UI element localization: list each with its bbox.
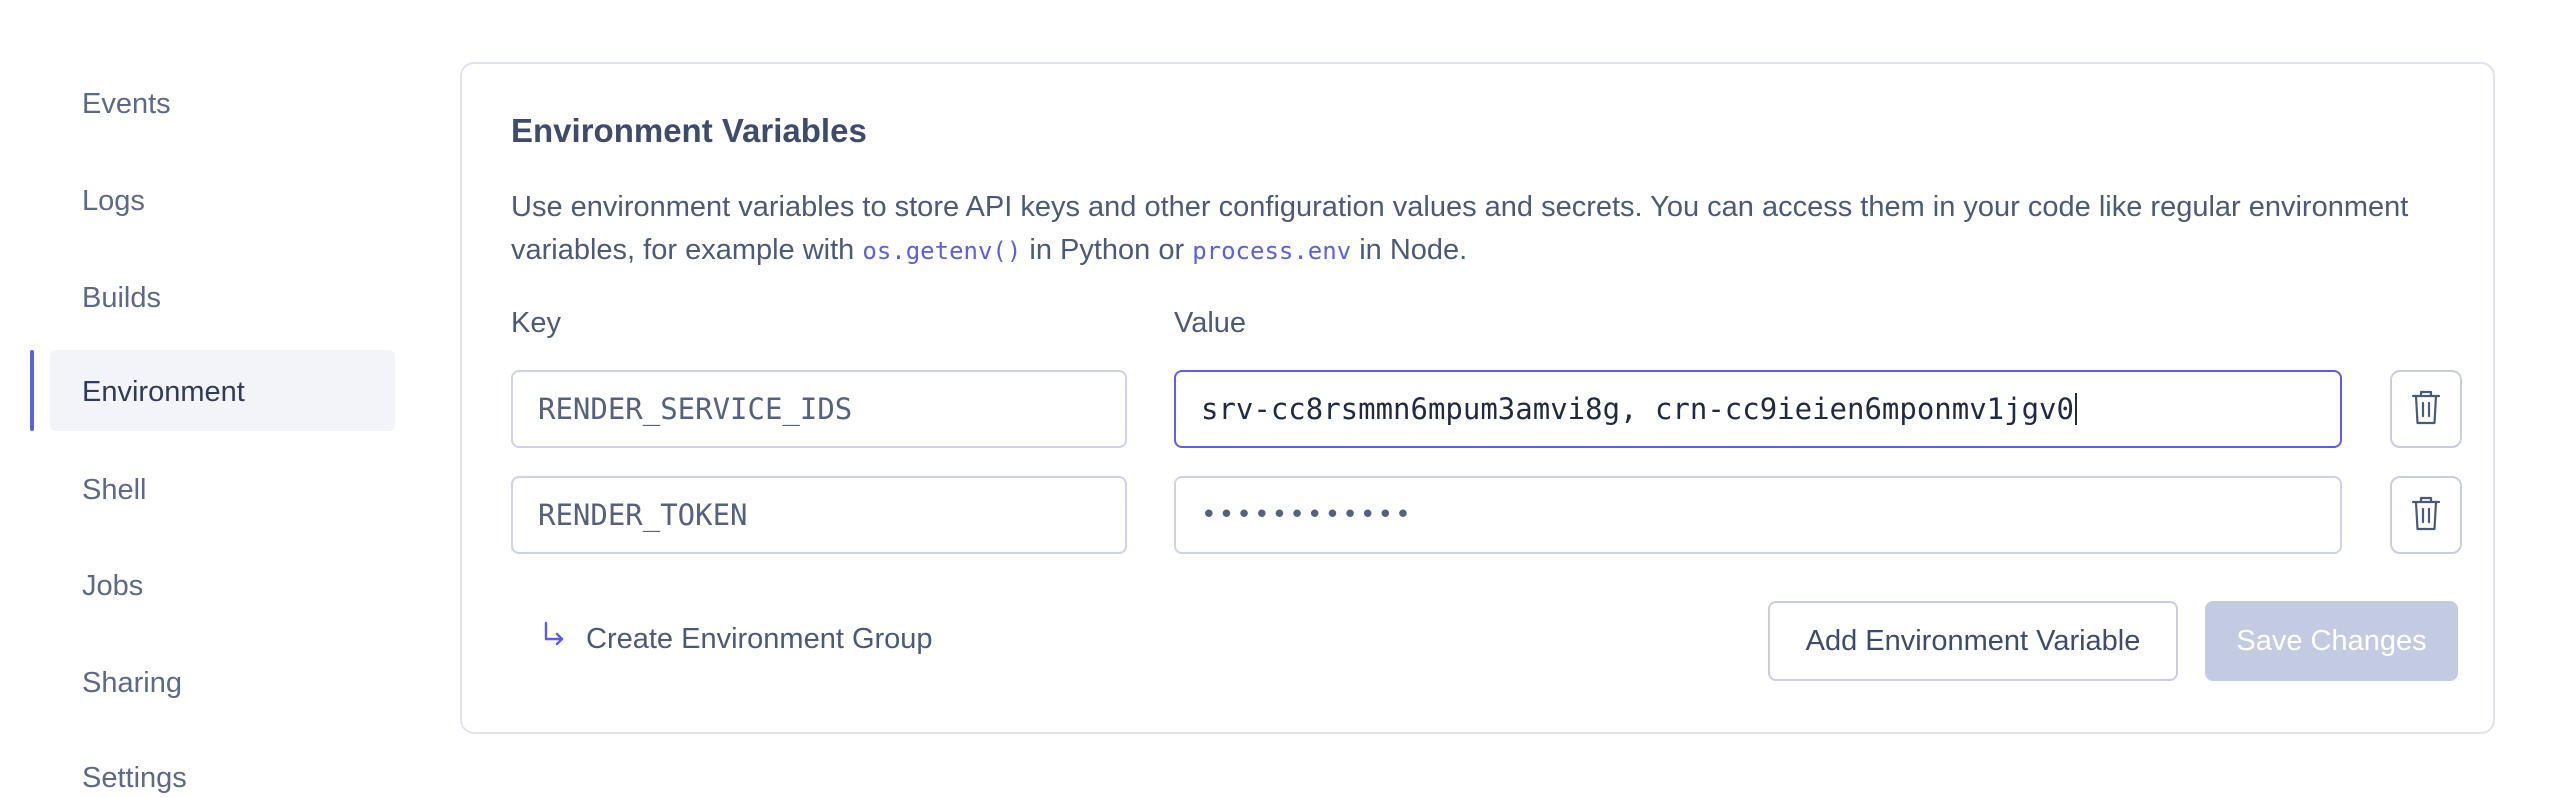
env-key-value: RENDER_TOKEN — [538, 498, 748, 532]
delete-variable-button[interactable] — [2390, 370, 2462, 448]
active-indicator — [30, 350, 34, 431]
trash-icon — [2411, 494, 2441, 537]
sidebar-item-shell[interactable]: Shell — [82, 470, 147, 510]
save-changes-button[interactable]: Save Changes — [2205, 601, 2458, 681]
env-key-input[interactable]: RENDER_TOKEN — [511, 476, 1127, 554]
env-secret-value-input[interactable]: •••••••••••• — [1174, 476, 2342, 554]
delete-variable-button[interactable] — [2390, 476, 2462, 554]
sidebar-item-jobs[interactable]: Jobs — [82, 566, 143, 606]
sidebar-item-builds[interactable]: Builds — [82, 278, 161, 318]
value-column-label: Value — [1174, 307, 1247, 339]
env-key-input[interactable]: RENDER_SERVICE_IDS — [511, 370, 1127, 448]
desc-text-2: in Python or — [1021, 234, 1193, 266]
sidebar: Events Logs Builds Environment Shell Job… — [0, 0, 420, 794]
env-value-text: srv-cc8rsmmn6mpum3amvi8g, crn-cc9ieien6m… — [1201, 392, 2074, 426]
sidebar-item-sharing[interactable]: Sharing — [82, 663, 182, 703]
sidebar-item-settings[interactable]: Settings — [82, 758, 187, 798]
environment-variables-card: Environment Variables Use environment va… — [460, 62, 2495, 734]
code-process-env: process.env — [1192, 237, 1352, 265]
return-arrow-icon — [542, 621, 566, 657]
create-environment-group-link[interactable]: Create Environment Group — [542, 614, 933, 664]
add-environment-variable-button[interactable]: Add Environment Variable — [1768, 601, 2178, 681]
trash-icon — [2411, 388, 2441, 431]
env-value-input[interactable]: srv-cc8rsmmn6mpum3amvi8g, crn-cc9ieien6m… — [1174, 370, 2342, 448]
text-caret — [2074, 393, 2077, 425]
env-key-value: RENDER_SERVICE_IDS — [538, 392, 853, 426]
env-secret-value-masked: •••••••••••• — [1201, 500, 1413, 530]
section-title: Environment Variables — [511, 112, 867, 149]
sidebar-item-events[interactable]: Events — [82, 84, 171, 124]
create-environment-group-label: Create Environment Group — [586, 622, 933, 655]
section-description: Use environment variables to store API k… — [511, 186, 2471, 273]
key-column-label: Key — [511, 307, 561, 339]
sidebar-item-environment[interactable]: Environment — [82, 372, 245, 412]
code-getenv: os.getenv() — [862, 237, 1022, 265]
sidebar-item-logs[interactable]: Logs — [82, 181, 145, 221]
desc-text-3: in Node. — [1351, 234, 1468, 266]
